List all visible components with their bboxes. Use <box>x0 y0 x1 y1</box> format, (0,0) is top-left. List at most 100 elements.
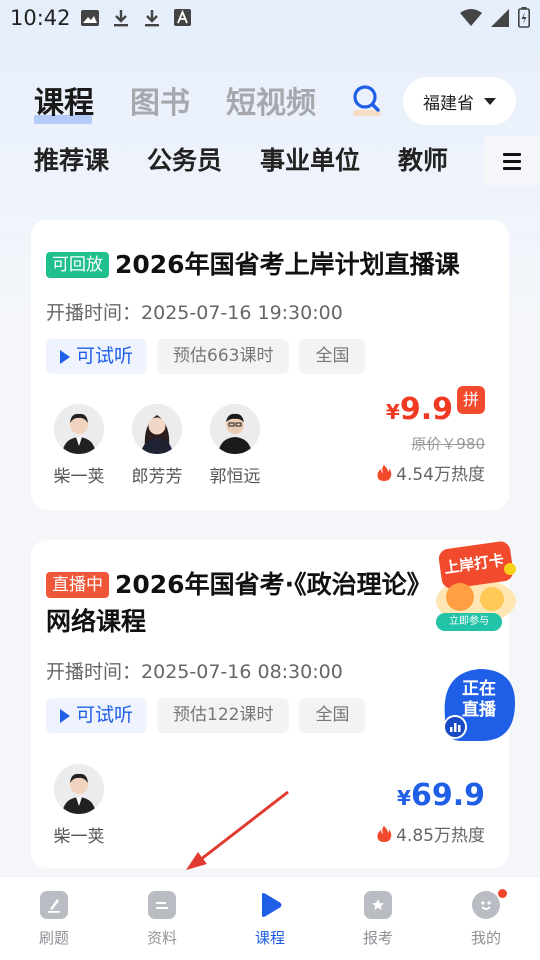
teacher[interactable]: 柴一荚 <box>53 404 105 487</box>
nav-label: 刷题 <box>38 929 69 947</box>
scope-tag: 全国 <box>299 698 366 733</box>
bookmark-star-icon <box>364 891 392 919</box>
status-bar: 10:42 <box>0 0 540 36</box>
course-tags: 可试听 预估663课时 全国 <box>46 339 366 374</box>
heat: 4.54万热度 <box>376 460 485 485</box>
region-selector[interactable]: 福建省 <box>403 77 516 125</box>
bottom-navigation: 刷题 资料 课程 报考 我的 <box>0 876 540 960</box>
live-text-line2: 直播 <box>462 700 496 720</box>
start-time: 开播时间：2025-07-16 08:30:00 <box>46 657 343 684</box>
avatar <box>132 404 182 454</box>
heat-value: 4.54万热度 <box>396 465 485 485</box>
start-time-label: 开播时间： <box>46 661 142 683</box>
start-time-value: 2025-07-16 19:30:00 <box>141 302 343 324</box>
fire-icon <box>377 464 392 481</box>
status-time: 10:42 <box>10 6 71 30</box>
start-time-label: 开播时间： <box>46 302 142 324</box>
trial-label: 可试听 <box>76 704 134 726</box>
hours-tag: 预估122课时 <box>157 698 290 733</box>
teacher-name: 柴一荚 <box>53 827 105 847</box>
wifi-icon <box>460 8 482 31</box>
teacher-name: 柴一荚 <box>53 467 105 487</box>
play-icon <box>60 708 70 723</box>
teacher-name: 郭恒远 <box>209 467 261 487</box>
font-icon <box>173 8 192 27</box>
hours-tag: 预估663课时 <box>157 339 290 374</box>
nav-label: 我的 <box>470 929 501 947</box>
teacher[interactable]: 柴一荚 <box>53 764 105 847</box>
price-box: ¥9.9 拼 原价￥980 4.54万热度 <box>376 386 485 485</box>
fire-icon <box>377 825 392 842</box>
nav-courses[interactable]: 课程 <box>216 877 324 960</box>
download-icon <box>111 8 130 27</box>
course-tags: 可试听 预估122课时 全国 <box>46 698 366 733</box>
start-time: 开播时间：2025-07-16 19:30:00 <box>46 298 343 325</box>
tab-courses[interactable]: 课程 <box>34 82 94 126</box>
promo-join-button[interactable]: 立即参与 <box>436 615 502 629</box>
price: ¥69.9 <box>397 778 485 813</box>
nav-label: 报考 <box>362 929 393 947</box>
tab-books[interactable]: 图书 <box>130 82 190 126</box>
live-text-line1: 正在 <box>462 679 496 699</box>
teacher-name: 郎芳芳 <box>131 467 183 487</box>
price-box: ¥69.9 4.85万热度 <box>376 778 485 846</box>
pen-icon <box>40 891 68 919</box>
smile-face-icon <box>472 891 500 919</box>
tab-short-videos[interactable]: 短视频 <box>226 82 316 126</box>
nav-practice[interactable]: 刷题 <box>0 877 108 960</box>
nav-profile[interactable]: 我的 <box>432 877 540 960</box>
scope-tag: 全国 <box>299 339 366 374</box>
original-price: 原价￥980 <box>411 435 485 453</box>
signal-icon <box>490 8 510 32</box>
start-time-value: 2025-07-16 08:30:00 <box>141 661 343 683</box>
notification-dot <box>498 889 507 898</box>
search-button[interactable] <box>350 82 384 120</box>
avatar <box>54 404 104 454</box>
price: ¥9.9 <box>385 392 453 427</box>
checkin-promo[interactable]: 上岸打卡 立即参与 <box>430 541 522 633</box>
category-menu-button[interactable] <box>484 136 540 186</box>
live-badge: 直播中 <box>46 572 109 598</box>
system-icons <box>460 7 530 32</box>
replay-badge: 可回放 <box>46 252 109 278</box>
category-recommended[interactable]: 推荐课 <box>34 142 109 180</box>
trial-button[interactable]: 可试听 <box>46 698 148 733</box>
image-icon <box>80 8 99 27</box>
teacher-list: 柴一荚 郎芳芳 郭恒远 <box>53 404 261 487</box>
category-teacher[interactable]: 教师 <box>398 142 448 180</box>
battery-icon <box>518 7 530 32</box>
nav-label: 课程 <box>254 929 285 947</box>
heat: 4.85万热度 <box>376 821 485 846</box>
top-tabs: 课程 图书 短视频 <box>34 82 316 126</box>
play-icon <box>60 349 70 364</box>
avatar <box>54 764 104 814</box>
trial-button[interactable]: 可试听 <box>46 339 148 374</box>
menu-icon <box>503 149 521 174</box>
caret-down-icon <box>484 97 496 105</box>
heat-value: 4.85万热度 <box>396 826 485 846</box>
group-buy-badge: 拼 <box>457 386 485 414</box>
course-title: 可回放 2026年国省考上岸计划直播课 <box>46 246 496 283</box>
nav-registration[interactable]: 报考 <box>324 877 432 960</box>
nav-label: 资料 <box>146 929 177 947</box>
teacher[interactable]: 郭恒远 <box>209 404 261 487</box>
search-icon <box>353 85 381 116</box>
live-text: 正在 直播 <box>451 679 507 721</box>
region-label: 福建省 <box>423 93 474 114</box>
download-icon <box>142 8 161 27</box>
teacher-list: 柴一荚 <box>53 764 105 847</box>
nav-materials[interactable]: 资料 <box>108 877 216 960</box>
category-public-institution[interactable]: 事业单位 <box>260 142 360 180</box>
course-title-text: 2026年国省考上岸计划直播课 <box>115 250 460 279</box>
teacher[interactable]: 郎芳芳 <box>131 404 183 487</box>
avatar <box>210 404 260 454</box>
course-title: 直播中 2026年国省考·《政治理论》网络课程 <box>46 566 446 640</box>
category-civil-servant[interactable]: 公务员 <box>147 142 222 180</box>
notification-icons <box>80 8 192 27</box>
play-icon <box>256 891 284 919</box>
course-card[interactable]: 可回放 2026年国省考上岸计划直播课 开播时间：2025-07-16 19:30… <box>31 220 509 510</box>
category-row: 推荐课 公务员 事业单位 教师 <box>34 142 448 180</box>
trial-label: 可试听 <box>76 345 134 367</box>
live-now-button[interactable]: 正在 直播 <box>441 667 517 743</box>
document-icon <box>148 891 176 919</box>
